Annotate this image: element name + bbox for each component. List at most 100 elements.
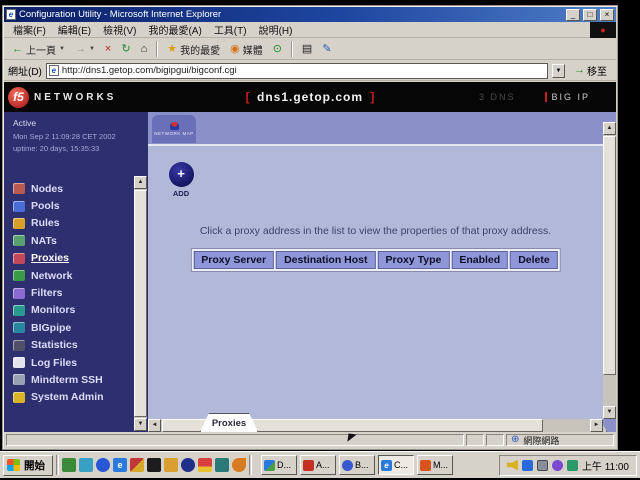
maximize-button[interactable]: □ — [583, 9, 597, 21]
favorites-button[interactable]: ★ 我的最愛 — [163, 41, 224, 58]
statistics-icon — [13, 340, 25, 351]
quick-launch-icon[interactable] — [147, 458, 161, 472]
table-header-enabled[interactable]: Enabled — [451, 251, 508, 269]
tab-proxies[interactable]: Proxies — [200, 413, 258, 432]
f5-brand-header: f5 NETWORKS [ dns1.getop.com ] 3 DNS BIG… — [4, 82, 616, 112]
sidebar-item-proxies[interactable]: Proxies — [13, 250, 131, 267]
sidebar-item-statistics[interactable]: Statistics — [13, 337, 131, 354]
edit-button[interactable]: ✎ — [318, 43, 335, 56]
task-button-1[interactable]: D... — [261, 455, 297, 475]
forward-dropdown-icon[interactable]: ▼ — [89, 46, 95, 52]
windows-logo-icon — [7, 459, 20, 471]
menu-file[interactable]: 檔案(F) — [7, 21, 52, 38]
task-button-2[interactable]: A... — [300, 455, 336, 475]
nodes-icon — [13, 183, 25, 194]
bigpipe-icon — [13, 322, 25, 333]
quick-launch-icon[interactable] — [62, 458, 76, 472]
clock: 上午 11:00 — [582, 458, 629, 473]
address-input[interactable]: e http://dns1.getop.com/bigipgui/bigconf… — [46, 63, 548, 79]
menu-tools[interactable]: 工具(T) — [208, 21, 253, 38]
scroll-right-icon[interactable]: ► — [590, 419, 603, 432]
task-button-4-active[interactable]: e C... — [378, 455, 414, 475]
print-icon: ▤ — [302, 44, 312, 55]
title-bar[interactable]: e Configuration Utility - Microsoft Inte… — [4, 7, 616, 22]
network-icon — [13, 270, 25, 281]
menu-edit[interactable]: 編輯(E) — [52, 21, 97, 38]
sidebar-item-monitors[interactable]: Monitors — [13, 302, 131, 319]
tray-icon[interactable] — [552, 460, 563, 471]
bracket-right: ] — [370, 90, 374, 104]
sidebar-item-bigpipe[interactable]: BIGpipe — [13, 319, 131, 336]
scroll-left-icon[interactable]: ◄ — [148, 419, 161, 432]
go-button[interactable]: → 移至 — [569, 62, 612, 79]
internet-explorer-icon[interactable]: e — [113, 458, 127, 472]
scrollbar-thumb[interactable] — [134, 190, 147, 417]
add-button-label: ADD — [166, 189, 196, 198]
quick-launch-icon[interactable] — [79, 458, 93, 472]
sidebar-item-nodes[interactable]: Nodes — [13, 180, 131, 197]
toolbar-separator — [291, 41, 293, 57]
scroll-up-icon[interactable]: ▲ — [134, 176, 147, 189]
internet-explorer-icon: e — [381, 460, 392, 471]
scrollbar-thumb[interactable] — [603, 136, 616, 375]
scroll-up-icon[interactable]: ▲ — [603, 122, 616, 135]
quick-launch-icon[interactable] — [164, 458, 178, 472]
display-icon[interactable] — [537, 460, 548, 471]
sidebar-item-mindterm-ssh[interactable]: Mindterm SSH — [13, 371, 131, 388]
forward-button[interactable]: → ▼ — [71, 43, 99, 56]
volume-icon[interactable] — [507, 460, 518, 471]
menu-favorites[interactable]: 我的最愛(A) — [142, 21, 207, 38]
table-header-destination-host[interactable]: Destination Host — [276, 251, 375, 269]
sidebar-item-filters[interactable]: Filters — [13, 284, 131, 301]
stop-button[interactable]: × — [101, 43, 115, 56]
menu-help[interactable]: 說明(H) — [253, 21, 299, 38]
print-button[interactable]: ▤ — [298, 43, 316, 56]
sidebar-item-pools[interactable]: Pools — [13, 197, 131, 214]
close-button[interactable]: × — [600, 9, 614, 21]
main-region: Active Mon Sep 2 11:09:28 CET 2002 uptim… — [4, 112, 616, 432]
tray-icon[interactable] — [567, 460, 578, 471]
taskbar-separator — [249, 455, 252, 475]
home-button[interactable]: ⌂ — [137, 43, 152, 56]
sidebar-item-system-admin[interactable]: System Admin — [13, 389, 131, 406]
sidebar-scrollbar[interactable]: ▲ ▼ — [134, 176, 147, 431]
address-dropdown-icon[interactable]: ▼ — [552, 64, 565, 78]
quick-launch-icon[interactable] — [96, 458, 110, 472]
proxy-table-header: Proxy Server Destination Host Proxy Type… — [190, 248, 560, 272]
table-header-proxy-server[interactable]: Proxy Server — [193, 251, 274, 269]
network-map-button[interactable]: NETWORK MAP — [152, 115, 196, 143]
table-header-delete[interactable]: Delete — [510, 251, 558, 269]
ie-document-icon: e — [6, 9, 16, 20]
add-icon[interactable]: + — [169, 162, 194, 187]
add-proxy-control[interactable]: + ADD — [166, 162, 196, 198]
sidebar-item-rules[interactable]: Rules — [13, 215, 131, 232]
scroll-down-icon[interactable]: ▼ — [603, 406, 616, 419]
refresh-button[interactable]: ↻ — [117, 43, 134, 56]
menu-view[interactable]: 檢視(V) — [97, 21, 142, 38]
sidebar-item-nats[interactable]: NATs — [13, 232, 131, 249]
vertical-scrollbar[interactable]: ▲ ▼ — [603, 122, 616, 419]
task-button-5[interactable]: M... — [417, 455, 453, 475]
window-icon — [342, 460, 353, 471]
media-icon: ◉ — [230, 44, 240, 55]
task-button-3[interactable]: B... — [339, 455, 375, 475]
quick-launch-icon[interactable] — [198, 458, 212, 472]
sidebar-item-network[interactable]: Network — [13, 267, 131, 284]
sidebar-item-log-files[interactable]: Log Files — [13, 354, 131, 371]
media-button[interactable]: ◉ 媒體 — [226, 41, 267, 58]
quick-launch-icon[interactable] — [130, 458, 144, 472]
back-button[interactable]: ← 上一頁 ▼ — [8, 41, 69, 58]
scroll-down-icon[interactable]: ▼ — [134, 418, 147, 431]
quick-launch-icon[interactable] — [215, 458, 229, 472]
back-dropdown-icon[interactable]: ▼ — [59, 46, 65, 52]
toolbar-separator — [156, 41, 158, 57]
minimize-button[interactable]: _ — [566, 9, 580, 21]
monitors-icon — [13, 305, 25, 316]
quick-launch-icon[interactable] — [232, 458, 246, 472]
table-header-proxy-type[interactable]: Proxy Type — [378, 251, 450, 269]
tray-icon[interactable] — [522, 460, 533, 471]
start-button[interactable]: 開始 — [3, 455, 53, 476]
status-panel — [466, 434, 484, 446]
history-button[interactable]: ⊙ — [269, 43, 286, 56]
quick-launch-icon[interactable] — [181, 458, 195, 472]
